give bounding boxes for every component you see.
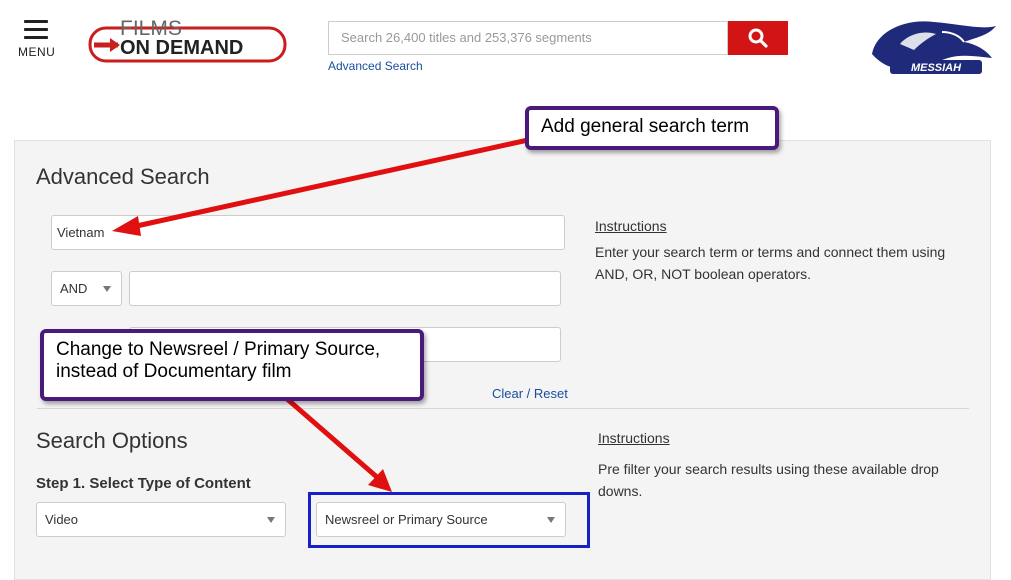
arrow-to-search-term bbox=[112, 137, 529, 236]
annotation-arrows bbox=[112, 137, 529, 492]
arrow-to-subtype-select bbox=[284, 396, 392, 492]
callout-newsreel: Change to Newsreel / Primary Source, ins… bbox=[40, 329, 424, 401]
callout-newsreel-line1: Change to Newsreel / Primary Source, bbox=[56, 339, 381, 360]
callout-search-term: Add general search term bbox=[525, 106, 779, 150]
callout-newsreel-line2: instead of Documentary film bbox=[56, 361, 292, 382]
